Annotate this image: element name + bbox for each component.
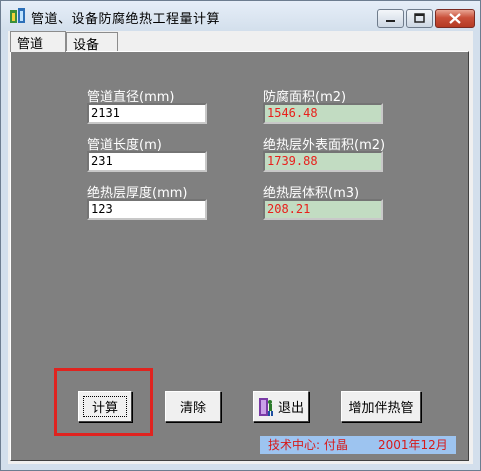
clear-button[interactable]: 清除: [165, 391, 221, 422]
maximize-button[interactable]: [406, 9, 433, 28]
exit-button[interactable]: 退出: [253, 391, 309, 422]
app-icon: [10, 8, 25, 23]
credit-footer: 技术中心: 付晶 2001年12月: [260, 436, 456, 454]
maximize-icon: [414, 13, 425, 23]
insulation-surface-area-field[interactable]: 1739.88: [263, 151, 383, 172]
close-icon: [449, 13, 461, 24]
minimize-button[interactable]: [377, 9, 404, 28]
anticorrosion-area-field[interactable]: 1546.48: [263, 103, 383, 124]
calculate-highlight-box: [54, 368, 153, 436]
window-title: 管道、设备防腐绝热工程量计算: [31, 12, 221, 27]
app-window: 管道、设备防腐绝热工程量计算 管道 设备 管道直径(mm) 2131 管道长度(…: [0, 0, 481, 471]
add-tracing-pipe-button[interactable]: 增加伴热管: [341, 391, 421, 422]
minimize-icon: [386, 20, 395, 22]
tab-pipe[interactable]: 管道: [10, 31, 66, 52]
tab-strip: 管道 设备: [8, 31, 473, 53]
clear-button-label: 清除: [179, 401, 206, 416]
add-tracing-pipe-button-label: 增加伴热管: [348, 401, 414, 416]
credit-text: 技术中心: 付晶: [268, 438, 348, 452]
diameter-input[interactable]: 2131: [87, 103, 207, 124]
tab-equipment[interactable]: 设备: [66, 32, 118, 53]
exit-button-label: 退出: [277, 401, 304, 416]
thickness-input[interactable]: 123: [87, 199, 207, 220]
close-button[interactable]: [435, 9, 475, 28]
title-bar[interactable]: 管道、设备防腐绝热工程量计算: [1, 1, 480, 31]
credit-date: 2001年12月: [378, 438, 448, 452]
exit-door-icon: [258, 397, 273, 416]
length-input[interactable]: 231: [87, 151, 207, 172]
insulation-volume-field[interactable]: 208.21: [263, 199, 383, 220]
client-area: 管道 设备 管道直径(mm) 2131 管道长度(m) 231 绝热层厚度(mm…: [8, 31, 473, 464]
